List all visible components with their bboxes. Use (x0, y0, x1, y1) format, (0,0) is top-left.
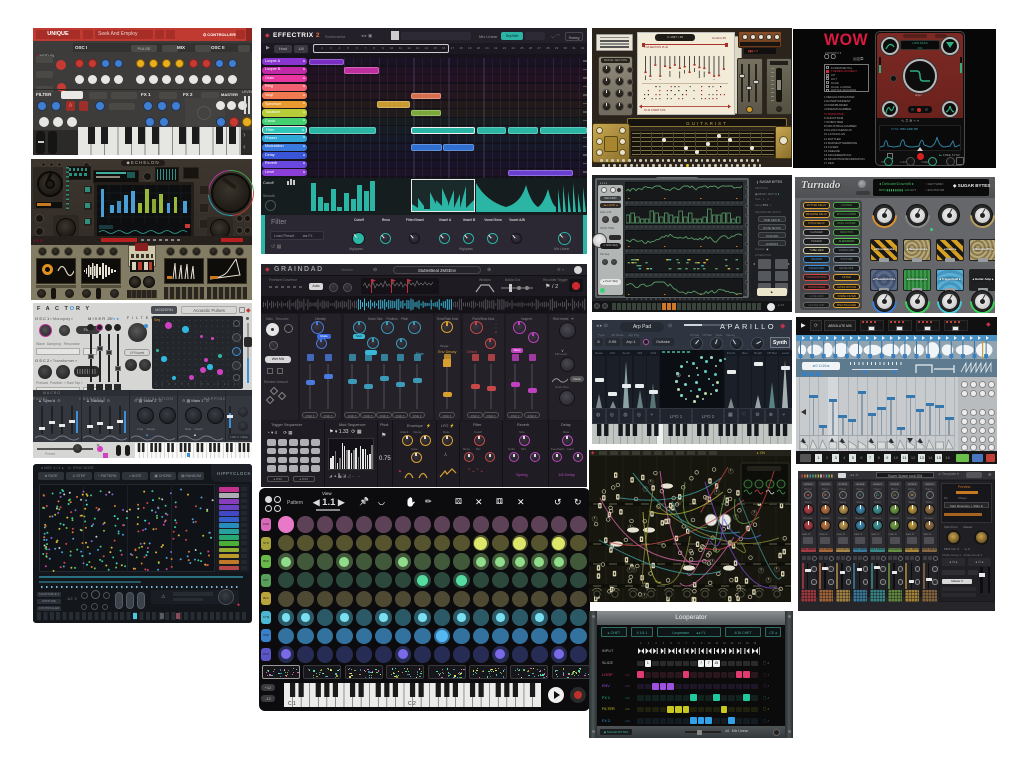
svg-text:C 1: C 1 (288, 701, 296, 707)
svg-text:C 2: C 2 (408, 701, 416, 707)
